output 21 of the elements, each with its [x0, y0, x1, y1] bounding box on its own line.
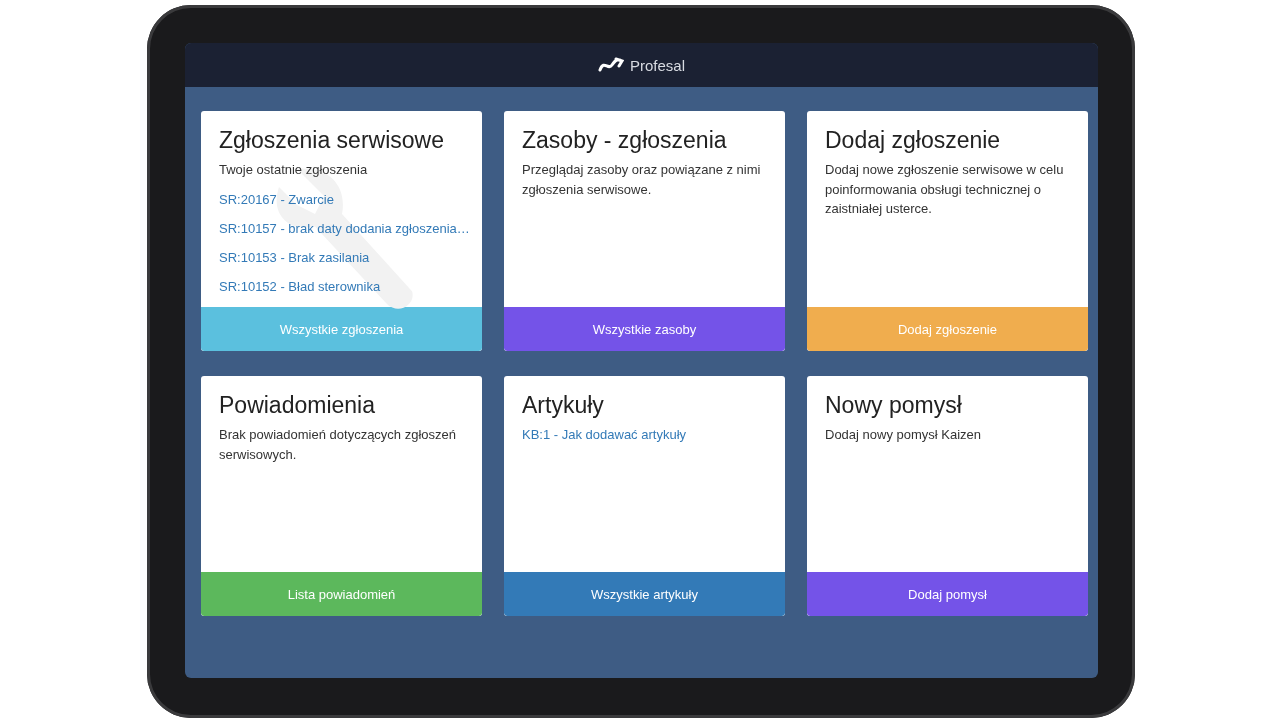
ticket-link[interactable]: KB:1 - Jak dodawać artykuły	[522, 425, 767, 444]
card-action-button[interactable]: Wszystkie artykuły	[504, 572, 785, 616]
card-action-button[interactable]: Lista powiadomień	[201, 572, 482, 616]
ticket-link[interactable]: SR:10152 - Bład sterownika	[219, 276, 464, 296]
card-action-button[interactable]: Dodaj pomysł	[807, 572, 1088, 616]
card-description: Dodaj nowe zgłoszenie serwisowe w celu poinformowania obsługi technicznej o zaistniałej usterce.	[825, 161, 1065, 218]
card-title: Artykuły	[522, 392, 605, 419]
card-title: Zasoby - zgłoszenia	[522, 127, 728, 154]
card-description: Twoje ostatnie zgłoszenia	[219, 161, 369, 179]
card-description: Brak powiadomień dotyczących zgłoszeń serwisowych.	[219, 426, 457, 464]
card-title: Zgłoszenia serwisowe	[219, 127, 445, 154]
card-title: Nowy pomysł	[825, 392, 963, 419]
logo-icon	[598, 57, 624, 73]
card-description: Dodaj nowy pomysł Kaizen	[825, 426, 983, 444]
ticket-link[interactable]: SR:10153 - Brak zasilania	[219, 247, 464, 267]
card-description: Przeglądaj zasoby oraz powiązane z nimi zgłoszenia serwisowe.	[522, 161, 762, 199]
card-title: Powiadomienia	[219, 392, 376, 419]
card-title: Dodaj zgłoszenie	[825, 127, 1002, 154]
ticket-link[interactable]: SR:20167 - Zwarcie	[219, 189, 464, 209]
brand-name: Profesal	[630, 56, 685, 74]
card-action-button[interactable]: Wszystkie zasoby	[504, 307, 785, 351]
